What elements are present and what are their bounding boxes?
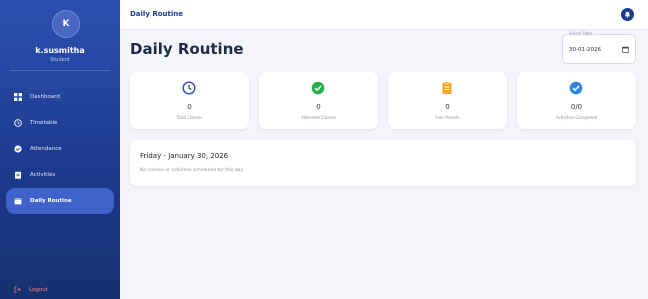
calendar-icon [14,198,22,205]
clock-icon [182,81,196,95]
sidebar-item-dashboard[interactable]: Dashboard [6,84,114,110]
sidebar-item-label: Timetable [30,120,58,126]
logout-icon [14,286,21,293]
sidebar-divider [10,70,110,71]
sidebar-item-activities[interactable]: Activities [6,162,114,188]
stat-value: 0 [445,103,450,111]
avatar-initial: K [62,19,70,29]
sidebar-item-label: Dashboard [30,94,60,100]
stat-card-free-periods: 0 Free Periods [388,72,507,129]
bell-icon [624,11,631,18]
stat-card-attended-classes: 0 Attended Classes [259,72,378,129]
date-picker-value: 30-01-2026 [569,47,601,53]
sidebar-item-daily-routine[interactable]: Daily Routine [6,188,114,214]
sidebar-item-label: Daily Routine [30,198,72,204]
logout-label: Logout [29,286,48,293]
check-circle-icon [311,81,325,95]
sidebar-item-attendance[interactable]: Attendance [6,136,114,162]
stat-card-total-classes: 0 Total Classes [130,72,249,129]
stat-label: Activities Completed [555,115,598,120]
stat-value: 0 [187,103,192,111]
header-title: Daily Routine [130,10,183,18]
calendar-icon[interactable] [622,46,629,53]
sidebar-nav: Dashboard Timetable Attendance Activitie… [6,84,114,214]
stat-value: 0 [316,103,321,111]
clipboard-icon [15,171,21,179]
page-title: Daily Routine [130,40,244,58]
stat-value: 0/0 [570,103,583,111]
date-picker[interactable]: Select Date 30-01-2026 [562,31,636,64]
notifications-button[interactable] [621,8,634,21]
sidebar-item-timetable[interactable]: Timetable [6,110,114,136]
empty-schedule-message: No classes or activities scheduled for t… [140,168,244,173]
sidebar-item-label: Attendance [30,146,62,152]
user-role: Student [50,57,70,63]
day-schedule-card: Friday - January 30, 2026 No classes or … [130,140,636,186]
check-circle-icon [569,81,583,95]
clock-icon [14,119,22,127]
stat-label: Attended Classes [301,115,336,120]
grid-icon [14,93,22,101]
avatar[interactable]: K [52,10,80,38]
user-name: k.susmitha [35,46,85,55]
check-circle-icon [14,145,22,153]
stat-card-activities-completed: 0/0 Activities Completed [517,72,636,129]
date-picker-label: Select Date [567,31,595,36]
top-header: Daily Routine [120,0,648,30]
stat-label: Free Periods [435,115,460,120]
day-title: Friday - January 30, 2026 [140,152,229,160]
clipboard-icon [442,81,452,94]
sidebar-item-label: Activities [30,172,56,178]
stat-label: Total Classes [176,115,203,120]
logout-button[interactable]: Logout [14,286,48,293]
sidebar: K k.susmitha Student Dashboard Timetable… [0,0,120,299]
